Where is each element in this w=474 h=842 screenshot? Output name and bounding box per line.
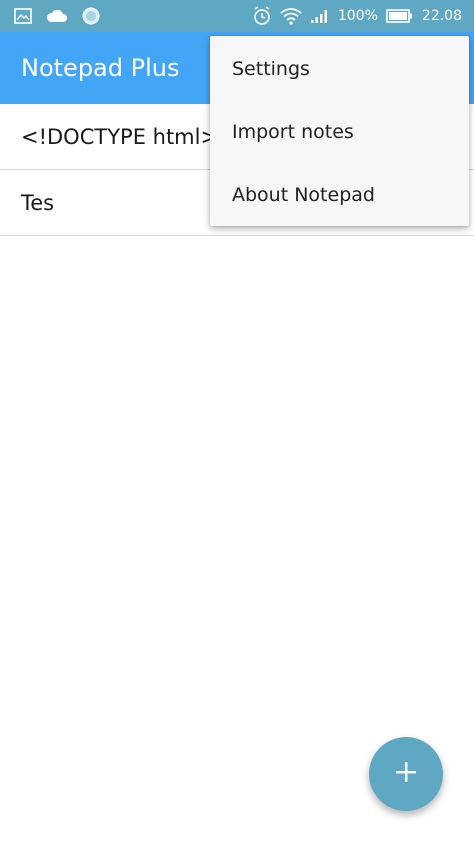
status-bar: 100% 22.08 <box>0 0 474 32</box>
menu-item-label: Import notes <box>232 120 354 143</box>
clock: 22.08 <box>421 8 462 24</box>
image-icon <box>14 8 32 24</box>
menu-item-about-notepad[interactable]: About Notepad <box>210 163 469 226</box>
signal-icon <box>310 8 330 24</box>
menu-item-import-notes[interactable]: Import notes <box>210 100 469 163</box>
menu-item-settings[interactable]: Settings <box>210 37 469 100</box>
cloud-icon <box>46 9 68 23</box>
alarm-icon <box>252 6 272 26</box>
note-title: Tes <box>21 190 55 215</box>
plus-icon <box>395 761 417 787</box>
overflow-menu: Settings Import notes About Notepad <box>210 36 469 226</box>
menu-item-label: Settings <box>232 57 310 80</box>
circle-app-icon <box>82 7 100 25</box>
battery-percent: 100% <box>337 8 378 24</box>
status-right-icons: 100% 22.08 <box>244 6 462 26</box>
add-note-button[interactable] <box>369 737 443 811</box>
menu-item-label: About Notepad <box>232 183 375 206</box>
wifi-icon <box>280 7 302 25</box>
app-title: Notepad Plus <box>21 54 180 82</box>
note-title: <!DOCTYPE html> <box>21 124 219 149</box>
status-left-icons <box>14 7 114 25</box>
battery-icon <box>386 8 414 24</box>
